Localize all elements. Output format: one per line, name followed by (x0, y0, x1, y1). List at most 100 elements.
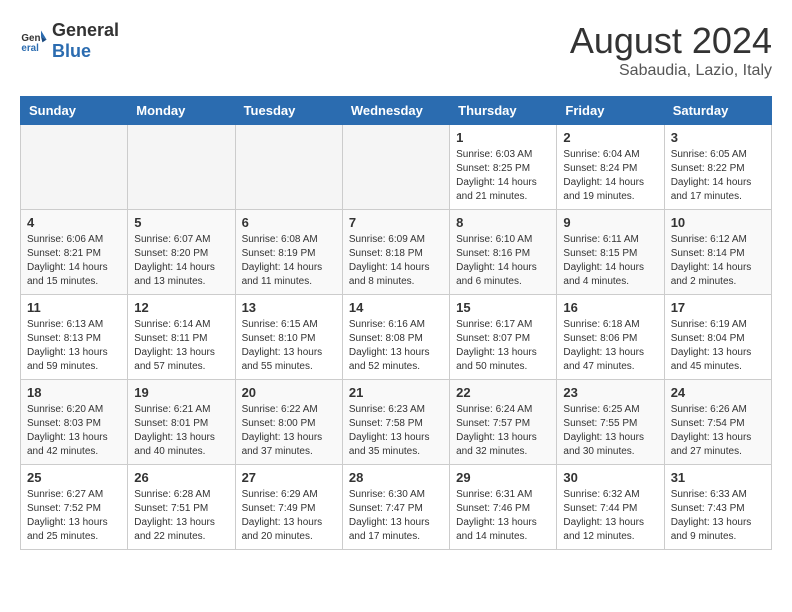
day-info: Sunrise: 6:19 AM Sunset: 8:04 PM Dayligh… (671, 318, 765, 374)
weekday-header-thursday: Thursday (450, 97, 557, 125)
month-year: August 2024 (570, 20, 772, 62)
day-info: Sunrise: 6:28 AM Sunset: 7:51 PM Dayligh… (134, 488, 228, 544)
day-number: 17 (671, 300, 765, 315)
day-info: Sunrise: 6:09 AM Sunset: 8:18 PM Dayligh… (349, 233, 443, 289)
day-info: Sunrise: 6:30 AM Sunset: 7:47 PM Dayligh… (349, 488, 443, 544)
day-info: Sunrise: 6:10 AM Sunset: 8:16 PM Dayligh… (456, 233, 550, 289)
day-info: Sunrise: 6:08 AM Sunset: 8:19 PM Dayligh… (242, 233, 336, 289)
location: Sabaudia, Lazio, Italy (570, 62, 772, 80)
day-number: 3 (671, 130, 765, 145)
day-number: 1 (456, 130, 550, 145)
calendar-cell: 29 Sunrise: 6:31 AM Sunset: 7:46 PM Dayli… (450, 465, 557, 550)
calendar-week-2: 4 Sunrise: 6:06 AM Sunset: 8:21 PM Daylig… (21, 210, 772, 295)
weekday-header-sunday: Sunday (21, 97, 128, 125)
calendar-cell: 1Sunrise: 6:03 AM Sunset: 8:25 PM Daylig… (450, 125, 557, 210)
svg-text:eral: eral (21, 43, 39, 54)
calendar-cell: 12Sunrise: 6:14 AM Sunset: 8:11 PM Dayli… (128, 295, 235, 380)
day-number: 4 (27, 215, 121, 230)
day-number: 8 (456, 215, 550, 230)
calendar-cell: 25 Sunrise: 6:27 AM Sunset: 7:52 PM Dayli… (21, 465, 128, 550)
day-number: 21 (349, 385, 443, 400)
calendar-cell: 22 Sunrise: 6:24 AM Sunset: 7:57 PM Dayli… (450, 380, 557, 465)
weekday-header-wednesday: Wednesday (342, 97, 449, 125)
calendar-cell (21, 125, 128, 210)
calendar-week-5: 25 Sunrise: 6:27 AM Sunset: 7:52 PM Dayli… (21, 465, 772, 550)
calendar-week-3: 11Sunrise: 6:13 AM Sunset: 8:13 PM Dayli… (21, 295, 772, 380)
day-info: Sunrise: 6:29 AM Sunset: 7:49 PM Dayligh… (242, 488, 336, 544)
calendar-cell: 20Sunrise: 6:22 AM Sunset: 8:00 PM Dayli… (235, 380, 342, 465)
calendar-cell: 9 Sunrise: 6:11 AM Sunset: 8:15 PM Daylig… (557, 210, 664, 295)
day-info: Sunrise: 6:26 AM Sunset: 7:54 PM Dayligh… (671, 403, 765, 459)
day-number: 25 (27, 470, 121, 485)
day-number: 9 (563, 215, 657, 230)
day-info: Sunrise: 6:23 AM Sunset: 7:58 PM Dayligh… (349, 403, 443, 459)
day-info: Sunrise: 6:16 AM Sunset: 8:08 PM Dayligh… (349, 318, 443, 374)
day-number: 24 (671, 385, 765, 400)
weekday-header-friday: Friday (557, 97, 664, 125)
calendar-cell (128, 125, 235, 210)
calendar-week-1: 1Sunrise: 6:03 AM Sunset: 8:25 PM Daylig… (21, 125, 772, 210)
calendar-cell: 19Sunrise: 6:21 AM Sunset: 8:01 PM Dayli… (128, 380, 235, 465)
logo: Gen eral General Blue (20, 20, 119, 62)
logo-blue: Blue (52, 41, 91, 61)
day-info: Sunrise: 6:17 AM Sunset: 8:07 PM Dayligh… (456, 318, 550, 374)
calendar-cell: 27 Sunrise: 6:29 AM Sunset: 7:49 PM Dayli… (235, 465, 342, 550)
calendar-cell: 13 Sunrise: 6:15 AM Sunset: 8:10 PM Dayli… (235, 295, 342, 380)
title-block: August 2024 Sabaudia, Lazio, Italy (570, 20, 772, 80)
calendar-cell: 28 Sunrise: 6:30 AM Sunset: 7:47 PM Dayli… (342, 465, 449, 550)
weekday-header-saturday: Saturday (664, 97, 771, 125)
day-number: 27 (242, 470, 336, 485)
calendar-cell: 14Sunrise: 6:16 AM Sunset: 8:08 PM Dayli… (342, 295, 449, 380)
calendar-cell: 10Sunrise: 6:12 AM Sunset: 8:14 PM Dayli… (664, 210, 771, 295)
calendar-cell: 30Sunrise: 6:32 AM Sunset: 7:44 PM Dayli… (557, 465, 664, 550)
day-number: 5 (134, 215, 228, 230)
day-info: Sunrise: 6:31 AM Sunset: 7:46 PM Dayligh… (456, 488, 550, 544)
day-number: 22 (456, 385, 550, 400)
day-number: 15 (456, 300, 550, 315)
day-info: Sunrise: 6:07 AM Sunset: 8:20 PM Dayligh… (134, 233, 228, 289)
day-number: 31 (671, 470, 765, 485)
day-info: Sunrise: 6:06 AM Sunset: 8:21 PM Dayligh… (27, 233, 121, 289)
day-number: 20 (242, 385, 336, 400)
calendar-cell: 24 Sunrise: 6:26 AM Sunset: 7:54 PM Dayli… (664, 380, 771, 465)
calendar-cell: 31 Sunrise: 6:33 AM Sunset: 7:43 PM Dayli… (664, 465, 771, 550)
calendar-week-4: 18Sunrise: 6:20 AM Sunset: 8:03 PM Dayli… (21, 380, 772, 465)
day-info: Sunrise: 6:14 AM Sunset: 8:11 PM Dayligh… (134, 318, 228, 374)
calendar: SundayMondayTuesdayWednesdayThursdayFrid… (20, 96, 772, 550)
calendar-cell: 6Sunrise: 6:08 AM Sunset: 8:19 PM Daylig… (235, 210, 342, 295)
calendar-cell: 3Sunrise: 6:05 AM Sunset: 8:22 PM Daylig… (664, 125, 771, 210)
logo-text: General Blue (52, 20, 119, 62)
day-number: 26 (134, 470, 228, 485)
weekday-header-tuesday: Tuesday (235, 97, 342, 125)
day-number: 19 (134, 385, 228, 400)
day-info: Sunrise: 6:27 AM Sunset: 7:52 PM Dayligh… (27, 488, 121, 544)
calendar-cell: 4 Sunrise: 6:06 AM Sunset: 8:21 PM Daylig… (21, 210, 128, 295)
calendar-cell: 5 Sunrise: 6:07 AM Sunset: 8:20 PM Daylig… (128, 210, 235, 295)
calendar-cell: 15 Sunrise: 6:17 AM Sunset: 8:07 PM Dayli… (450, 295, 557, 380)
logo-icon: Gen eral (20, 27, 48, 55)
day-info: Sunrise: 6:24 AM Sunset: 7:57 PM Dayligh… (456, 403, 550, 459)
calendar-cell: 23Sunrise: 6:25 AM Sunset: 7:55 PM Dayli… (557, 380, 664, 465)
calendar-cell: 2 Sunrise: 6:04 AM Sunset: 8:24 PM Daylig… (557, 125, 664, 210)
calendar-cell: 11Sunrise: 6:13 AM Sunset: 8:13 PM Dayli… (21, 295, 128, 380)
day-info: Sunrise: 6:04 AM Sunset: 8:24 PM Dayligh… (563, 148, 657, 204)
day-info: Sunrise: 6:12 AM Sunset: 8:14 PM Dayligh… (671, 233, 765, 289)
day-number: 7 (349, 215, 443, 230)
calendar-cell (342, 125, 449, 210)
calendar-cell: 16Sunrise: 6:18 AM Sunset: 8:06 PM Dayli… (557, 295, 664, 380)
day-info: Sunrise: 6:15 AM Sunset: 8:10 PM Dayligh… (242, 318, 336, 374)
day-number: 28 (349, 470, 443, 485)
day-number: 18 (27, 385, 121, 400)
day-info: Sunrise: 6:11 AM Sunset: 8:15 PM Dayligh… (563, 233, 657, 289)
day-info: Sunrise: 6:18 AM Sunset: 8:06 PM Dayligh… (563, 318, 657, 374)
day-info: Sunrise: 6:25 AM Sunset: 7:55 PM Dayligh… (563, 403, 657, 459)
day-number: 13 (242, 300, 336, 315)
day-info: Sunrise: 6:33 AM Sunset: 7:43 PM Dayligh… (671, 488, 765, 544)
day-number: 2 (563, 130, 657, 145)
weekday-header-monday: Monday (128, 97, 235, 125)
calendar-cell: 21 Sunrise: 6:23 AM Sunset: 7:58 PM Dayli… (342, 380, 449, 465)
calendar-cell: 26 Sunrise: 6:28 AM Sunset: 7:51 PM Dayli… (128, 465, 235, 550)
day-number: 29 (456, 470, 550, 485)
day-info: Sunrise: 6:32 AM Sunset: 7:44 PM Dayligh… (563, 488, 657, 544)
day-number: 11 (27, 300, 121, 315)
